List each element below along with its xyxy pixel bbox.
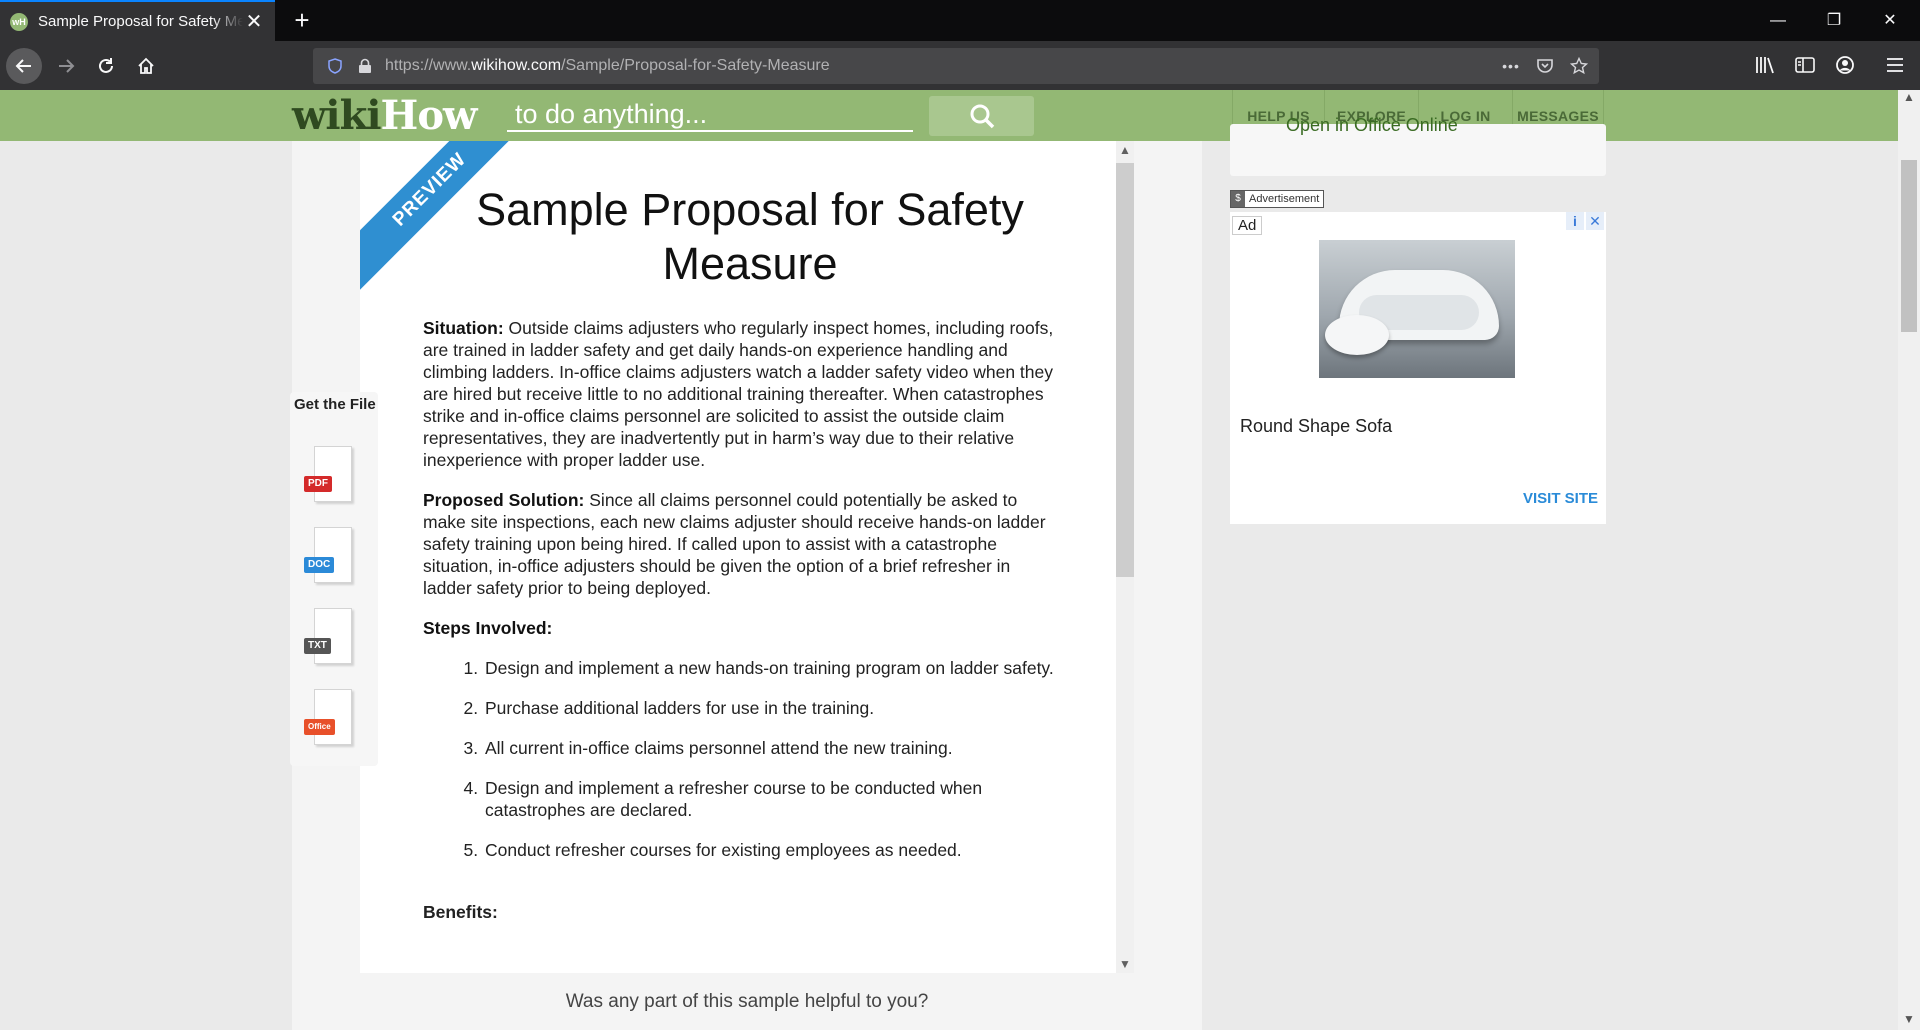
get-the-file-panel: Get the File PDF DOC TXT Office [290, 392, 378, 766]
tab-close-icon[interactable]: ✕ [243, 9, 265, 34]
page-scrollbar[interactable]: ▲ ▼ [1898, 90, 1920, 1030]
new-tab-button[interactable]: + [287, 5, 317, 35]
sidebar-icon[interactable] [1792, 52, 1818, 78]
tracking-shield-icon[interactable] [325, 56, 345, 76]
document-title: Sample Proposal for Safety Measure [476, 184, 1024, 289]
browser-nav-bar: https://www.wikihow.com/Sample/Proposal-… [0, 41, 1920, 90]
list-item: Purchase additional ladders for use in t… [483, 697, 1063, 719]
solution-paragraph: Proposed Solution: Since all claims pers… [423, 490, 1046, 598]
home-icon [138, 57, 154, 74]
scroll-up-icon[interactable]: ▲ [1116, 141, 1134, 159]
search-button[interactable] [929, 96, 1034, 136]
lock-icon[interactable] [355, 56, 375, 76]
url-text[interactable]: https://www.wikihow.com/Sample/Proposal-… [385, 57, 830, 75]
visit-site-link[interactable]: VISIT SITE [1523, 490, 1598, 507]
doc-download-icon[interactable]: DOC [304, 527, 354, 587]
browser-tab-bar: wH Sample Proposal for Safety Measure ✕ … [0, 0, 1920, 41]
list-item: Design and implement a refresher course … [483, 777, 1063, 821]
wikihow-logo[interactable]: wikiHow [292, 92, 477, 139]
minimize-icon[interactable]: — [1750, 0, 1806, 41]
situation-paragraph: Situation: Outside claims adjusters who … [423, 318, 1054, 470]
ad-close-icon[interactable]: ✕ [1586, 212, 1604, 230]
list-item: Design and implement a new hands-on trai… [483, 657, 1063, 679]
steps-list: Design and implement a new hands-on trai… [483, 657, 1063, 861]
list-item: Conduct refresher courses for existing e… [483, 839, 1063, 861]
ad-tag: Ad [1232, 216, 1263, 235]
dollar-icon: $ [1231, 191, 1245, 207]
scroll-down-icon[interactable]: ▼ [1116, 955, 1134, 973]
forward-arrow-icon [59, 59, 75, 73]
ad-sofa-image[interactable] [1319, 240, 1515, 378]
pdf-download-icon[interactable]: PDF [304, 446, 354, 506]
ad-info-icon[interactable]: i [1566, 212, 1584, 230]
document-body: Situation: Outside claims adjusters who … [423, 317, 1063, 923]
ad-card[interactable]: Ad i ✕ Round Shape Sofa VISIT SITE [1230, 212, 1606, 524]
pocket-icon[interactable] [1527, 48, 1563, 84]
wikihow-header: wikiHow to do anything... HELP US EXPLOR… [0, 90, 1898, 141]
scrollbar-thumb[interactable] [1116, 163, 1134, 577]
document-scrollbar[interactable]: ▲ ▼ [1116, 141, 1134, 973]
restore-icon[interactable]: ❐ [1806, 0, 1862, 41]
back-button[interactable] [6, 48, 42, 84]
reload-icon [99, 58, 113, 73]
menu-hamburger-icon[interactable] [1882, 52, 1908, 78]
home-button[interactable] [128, 48, 164, 84]
library-icon[interactable] [1752, 52, 1778, 78]
search-input[interactable]: to do anything... [507, 98, 913, 132]
reload-button[interactable] [88, 48, 124, 84]
advertisement-label: $ Advertisement [1230, 190, 1325, 208]
wikihow-favicon-icon: wH [10, 12, 28, 31]
document-preview[interactable]: PREVIEW Sample Proposal for Safety Measu… [360, 141, 1134, 973]
steps-heading: Steps Involved: [423, 618, 553, 638]
account-icon[interactable] [1832, 52, 1858, 78]
page-scrollbar-thumb[interactable] [1901, 160, 1917, 332]
url-bar[interactable]: https://www.wikihow.com/Sample/Proposal-… [313, 48, 1599, 84]
forward-button[interactable] [48, 48, 84, 84]
ad-title[interactable]: Round Shape Sofa [1240, 416, 1392, 437]
txt-download-icon[interactable]: TXT [304, 608, 354, 668]
office-download-icon[interactable]: Office [304, 689, 354, 749]
bookmark-star-icon[interactable] [1561, 48, 1597, 84]
page-actions-icon[interactable]: ••• [1493, 48, 1529, 84]
list-item: All current in-office claims personnel a… [483, 737, 1063, 759]
open-online-box[interactable]: Open in Office Online [1230, 115, 1606, 176]
page-scroll-up-icon[interactable]: ▲ [1898, 90, 1920, 108]
get-the-file-label: Get the File [294, 396, 376, 413]
benefits-heading: Benefits: [423, 902, 498, 922]
browser-tab[interactable]: wH Sample Proposal for Safety Measure ✕ [0, 0, 275, 41]
back-arrow-icon [15, 59, 31, 73]
window-close-icon[interactable]: ✕ [1862, 0, 1918, 41]
helpful-question: Was any part of this sample helpful to y… [565, 991, 929, 1012]
page-scroll-down-icon[interactable]: ▼ [1898, 1012, 1920, 1030]
open-in-office-online-link[interactable]: Open in Office Online [1286, 115, 1458, 136]
search-icon [970, 104, 994, 129]
tab-title: Sample Proposal for Safety Measure [38, 13, 243, 30]
